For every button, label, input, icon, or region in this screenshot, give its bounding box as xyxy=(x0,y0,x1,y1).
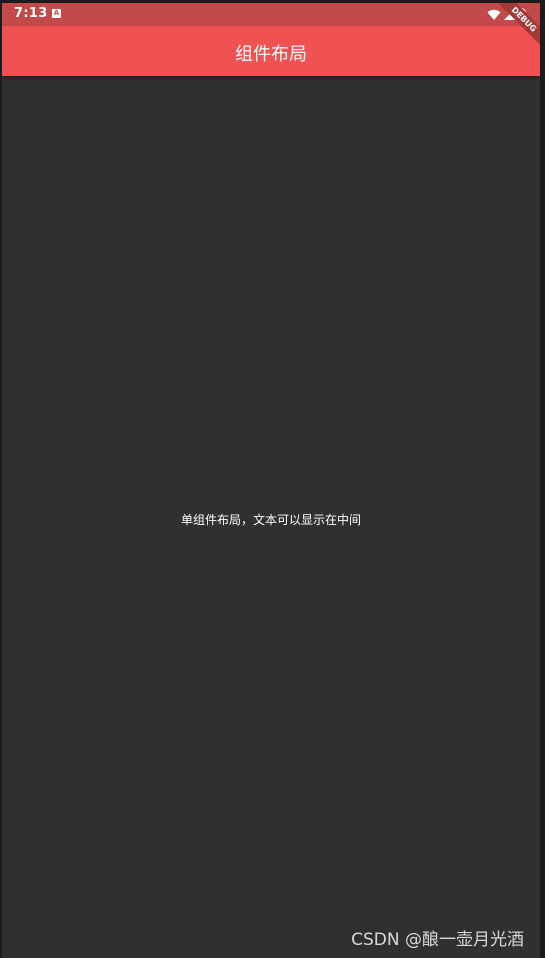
app-screen: 7:13 A 组件布局 DEBUG 单组件布局，文本可以显示在中间 CSDN @… xyxy=(2,3,540,958)
center-text: 单组件布局，文本可以显示在中间 xyxy=(180,513,361,527)
status-bar: 7:13 A xyxy=(2,3,540,26)
status-time: 7:13 xyxy=(14,6,48,21)
a-icon: A xyxy=(52,9,61,18)
page-title: 组件布局 xyxy=(235,44,307,65)
battery-icon xyxy=(518,7,526,21)
wifi-icon xyxy=(487,9,501,20)
status-icons xyxy=(487,7,526,22)
signal-icon xyxy=(504,9,515,20)
device-frame: 7:13 A 组件布局 DEBUG 单组件布局，文本可以显示在中间 CSDN @… xyxy=(0,0,545,958)
app-bar: 组件布局 xyxy=(2,26,540,76)
watermark: CSDN @酿一壶月光酒 xyxy=(351,930,524,950)
body-content: 单组件布局，文本可以显示在中间 xyxy=(2,76,540,958)
